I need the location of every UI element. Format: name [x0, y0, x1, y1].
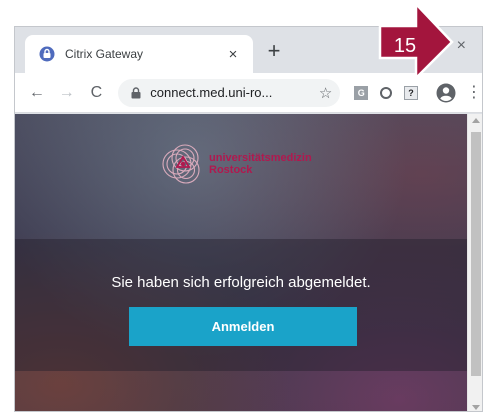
lock-favicon-icon: [39, 46, 55, 62]
browser-window: Citrix Gateway × + × ← → C connect.med.u…: [14, 26, 483, 412]
g-extension-icon[interactable]: G: [354, 85, 369, 100]
kebab-menu-icon[interactable]: ⋮: [466, 84, 482, 101]
address-bar[interactable]: connect.med.uni-ro... ☆: [118, 78, 341, 107]
bookmark-star-icon[interactable]: ☆: [319, 84, 332, 102]
url-text[interactable]: connect.med.uni-ro...: [150, 85, 319, 100]
step-number: 15: [393, 35, 417, 57]
vertical-scrollbar[interactable]: [467, 114, 482, 411]
lock-icon[interactable]: [130, 86, 142, 100]
login-button[interactable]: Anmelden: [129, 307, 357, 346]
tab-title: Citrix Gateway: [65, 47, 144, 61]
back-button[interactable]: ←: [23, 79, 51, 107]
profile-avatar-icon[interactable]: [436, 83, 456, 103]
logo-line-1: universitätsmedizin: [209, 152, 312, 164]
logo-rings-icon: [162, 144, 200, 184]
page-content: universitätsmedizin Rostock Sie haben si…: [15, 114, 467, 411]
tab-citrix-gateway[interactable]: Citrix Gateway ×: [25, 35, 253, 73]
logout-message: Sie haben sich erfolgreich abgemeldet.: [111, 274, 371, 291]
scroll-down-arrow-icon[interactable]: [472, 405, 480, 410]
logo-line-2: Rostock: [209, 164, 253, 176]
forward-button[interactable]: →: [53, 79, 81, 107]
tab-close-icon[interactable]: ×: [225, 46, 241, 63]
new-tab-button[interactable]: +: [262, 40, 286, 64]
logo-text: universitätsmedizin Rostock: [209, 152, 337, 176]
window-close-button[interactable]: ×: [457, 37, 466, 55]
scroll-up-arrow-icon[interactable]: [472, 118, 480, 123]
scroll-thumb[interactable]: [471, 132, 481, 376]
reload-button[interactable]: C: [83, 79, 111, 107]
university-logo: universitätsmedizin Rostock: [159, 140, 337, 188]
circle-extension-icon[interactable]: [380, 86, 393, 99]
question-extension-icon[interactable]: ?: [404, 85, 418, 100]
logout-panel: [15, 239, 467, 371]
